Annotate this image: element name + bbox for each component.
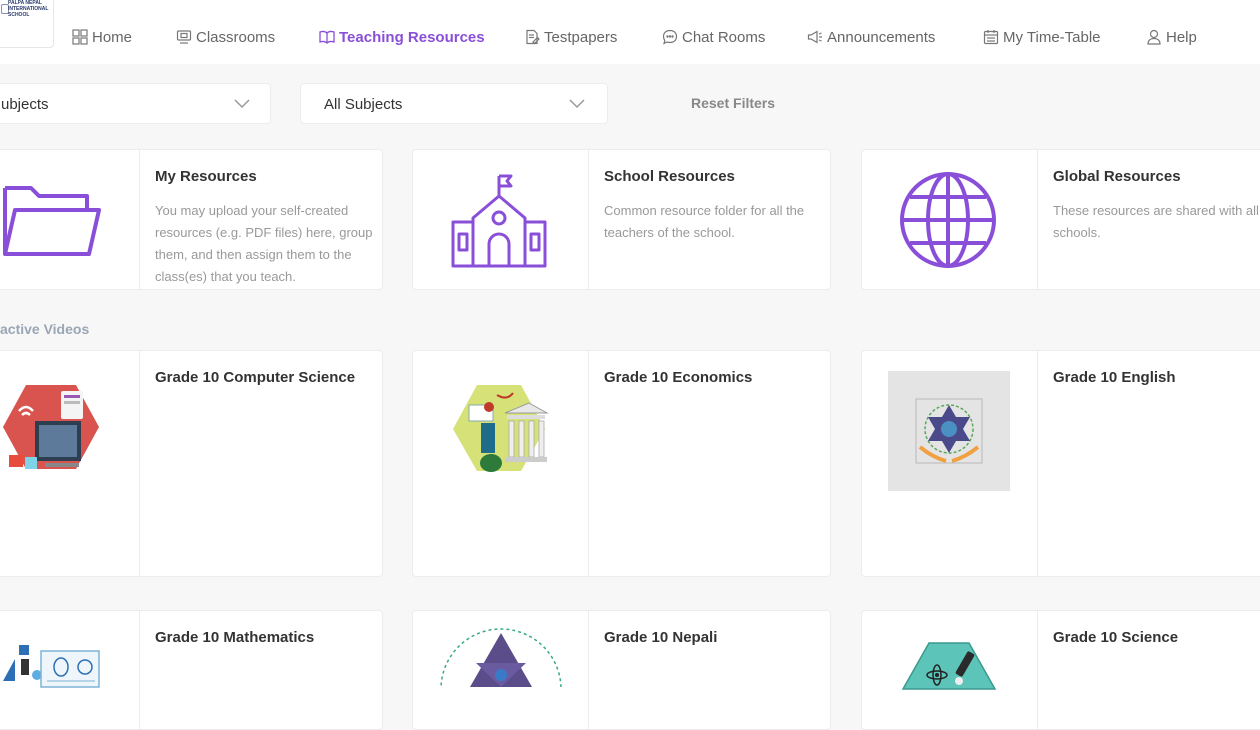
card-title: Global Resources xyxy=(1053,168,1181,185)
video-card-economics[interactable]: Grade 10 Economics xyxy=(412,350,831,577)
folder-icon xyxy=(3,186,101,256)
nav-my-time-table[interactable]: My Time-Table xyxy=(983,26,1101,48)
nav-teaching-resources-label: Teaching Resources xyxy=(339,28,485,46)
nav-chat-rooms-label: Chat Rooms xyxy=(682,28,766,46)
card-description: You may upload your self-created resourc… xyxy=(155,203,373,284)
calendar-icon xyxy=(983,30,999,45)
card-title: Grade 10 Nepali xyxy=(604,629,718,646)
reset-filters-button[interactable]: Reset Filters xyxy=(691,95,775,111)
subject-filter-select[interactable]: ubjects xyxy=(0,83,271,124)
computer-science-illustration xyxy=(3,385,99,469)
card-thumbnail xyxy=(413,150,589,289)
card-thumbnail xyxy=(413,351,589,576)
school-resources-card[interactable]: School Resources Common resource folder … xyxy=(412,149,831,290)
nav-announcements-label: Announcements xyxy=(827,28,936,46)
nav-classrooms-label: Classrooms xyxy=(196,28,276,46)
nav-my-time-table-label: My Time-Table xyxy=(1003,28,1101,46)
nav-chat-rooms[interactable]: Chat Rooms xyxy=(662,26,765,48)
chevron-down-icon xyxy=(234,99,250,109)
nepali-illustration xyxy=(440,628,562,687)
global-resources-card[interactable]: Global Resources These resources are sha… xyxy=(861,149,1260,290)
nav-help[interactable]: Help xyxy=(1146,26,1197,48)
card-description: These resources are shared with all scho… xyxy=(1053,203,1259,240)
card-title: My Resources xyxy=(155,168,257,185)
nav-home-label: Home xyxy=(92,28,133,46)
card-title: Grade 10 Mathematics xyxy=(155,629,315,646)
megaphone-icon xyxy=(807,30,822,44)
card-thumbnail xyxy=(0,611,140,729)
video-card-nepali[interactable]: Grade 10 Nepali xyxy=(412,610,831,730)
my-resources-card[interactable]: My Resources You may upload your self-cr… xyxy=(0,149,383,290)
video-card-science[interactable]: Grade 10 Science xyxy=(861,610,1260,730)
subject-filter-value: ubjects xyxy=(1,96,49,113)
all-subjects-select[interactable]: All Subjects xyxy=(300,83,608,124)
card-thumbnail xyxy=(862,351,1038,576)
card-description: Common resource folder for all the teach… xyxy=(604,203,805,240)
card-thumbnail xyxy=(413,611,589,729)
classroom-icon xyxy=(176,30,192,44)
card-thumbnail xyxy=(862,150,1038,289)
logo-line-3: SCHOOL xyxy=(8,12,30,18)
video-card-mathematics[interactable]: Grade 10 Mathematics xyxy=(0,610,383,730)
top-navigation: PALPA NEPAL INTERNATIONAL SCHOOL Home Cl… xyxy=(0,0,1260,64)
nav-testpapers-label: Testpapers xyxy=(544,28,618,46)
chevron-down-icon xyxy=(569,99,585,109)
english-illustration xyxy=(888,371,1010,491)
card-thumbnail xyxy=(0,351,140,576)
science-illustration xyxy=(901,642,997,690)
nav-home[interactable]: Home xyxy=(72,26,132,48)
nav-announcements[interactable]: Announcements xyxy=(807,26,935,48)
school-building-icon xyxy=(451,174,547,268)
card-title: Grade 10 Computer Science xyxy=(155,369,356,386)
globe-icon xyxy=(900,172,996,268)
video-card-computer-science[interactable]: Grade 10 Computer Science xyxy=(0,350,383,577)
school-logo[interactable]: PALPA NEPAL INTERNATIONAL SCHOOL xyxy=(0,0,54,48)
video-card-english[interactable]: Grade 10 English xyxy=(861,350,1260,577)
grid-icon xyxy=(72,29,88,45)
nav-classrooms[interactable]: Classrooms xyxy=(176,26,275,48)
economics-illustration xyxy=(453,385,549,472)
nav-teaching-resources[interactable]: Teaching Resources xyxy=(319,26,485,48)
card-thumbnail xyxy=(862,611,1038,729)
nav-help-label: Help xyxy=(1166,28,1197,46)
nav-testpapers[interactable]: Testpapers xyxy=(524,26,617,48)
section-label: active Videos xyxy=(0,321,90,337)
card-title: Grade 10 Science xyxy=(1053,629,1179,646)
book-icon xyxy=(319,30,335,44)
card-title: Grade 10 English xyxy=(1053,369,1176,386)
card-title: Grade 10 Economics xyxy=(604,369,753,386)
testpaper-icon xyxy=(526,29,540,45)
user-help-icon xyxy=(1147,29,1161,45)
card-title: School Resources xyxy=(604,168,735,185)
card-thumbnail xyxy=(0,150,140,289)
chat-icon xyxy=(662,29,678,45)
mathematics-illustration xyxy=(3,645,100,688)
all-subjects-value: All Subjects xyxy=(324,96,403,113)
